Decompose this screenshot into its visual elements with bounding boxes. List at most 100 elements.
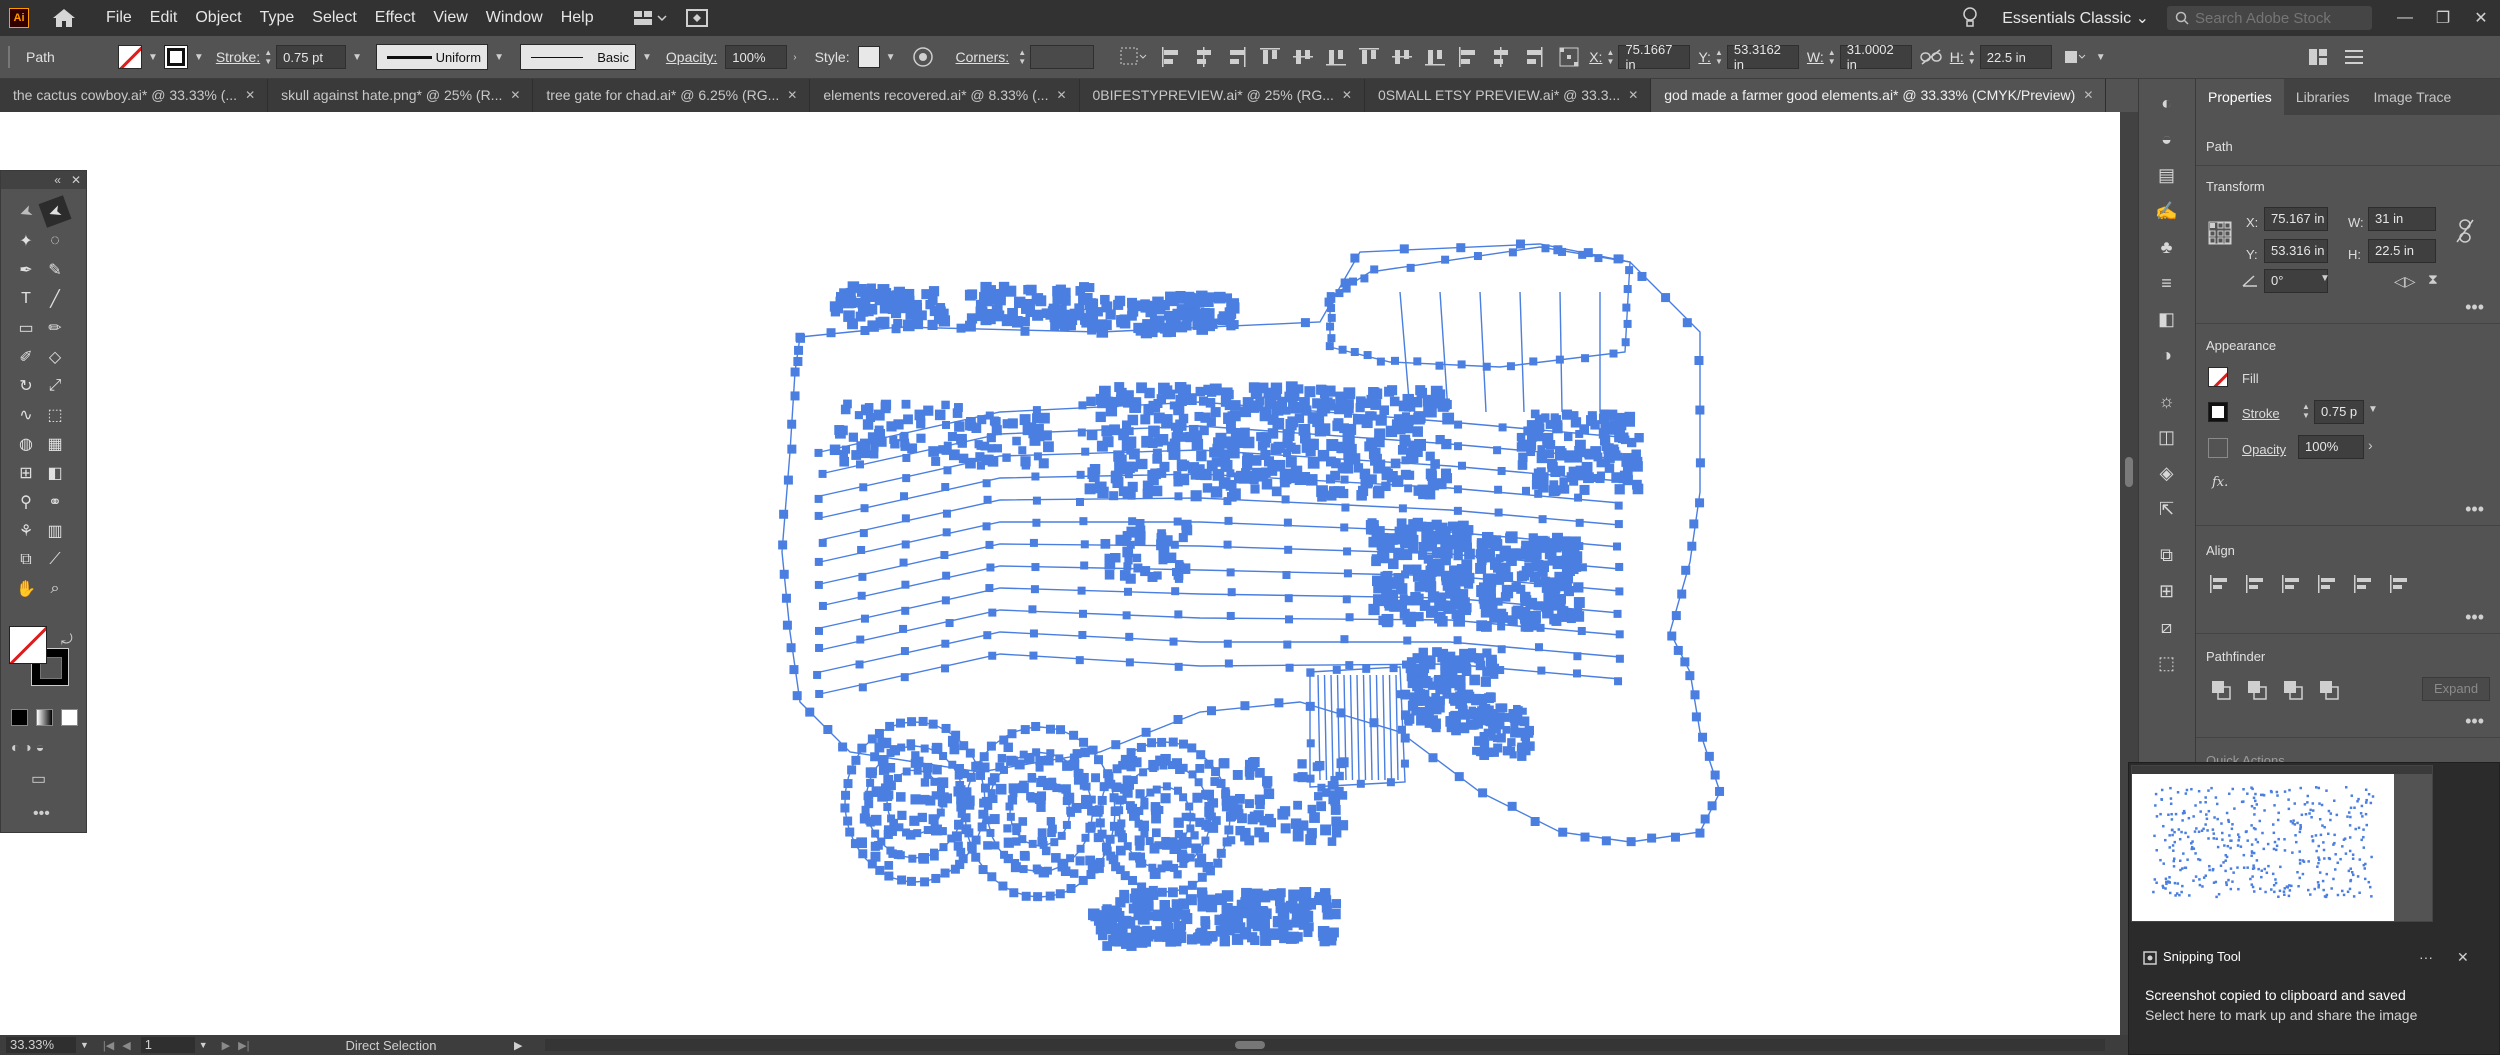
- anchor-point[interactable]: [1558, 247, 1567, 256]
- anchor-point[interactable]: [1292, 830, 1304, 842]
- export-panel-icon[interactable]: ⇱: [2152, 495, 2182, 523]
- anchor-point[interactable]: [966, 772, 976, 782]
- anchor-point[interactable]: [1028, 605, 1037, 614]
- anchor-point[interactable]: [893, 319, 903, 329]
- anchor-point[interactable]: [1343, 547, 1352, 556]
- anchor-point[interactable]: [1555, 355, 1564, 364]
- anchor-point[interactable]: [897, 810, 907, 820]
- anchor-point[interactable]: [884, 861, 894, 870]
- anchor-point[interactable]: [815, 643, 824, 652]
- anchor-point[interactable]: [913, 756, 924, 768]
- chevron-down-icon[interactable]: ▼: [2096, 52, 2106, 63]
- anchor-point[interactable]: [860, 504, 869, 513]
- anchor-point[interactable]: [964, 289, 976, 301]
- blend-tool-icon[interactable]: ⚭: [42, 489, 68, 514]
- anchor-point[interactable]: [1135, 841, 1145, 851]
- anchor-point[interactable]: [1413, 357, 1422, 366]
- anchor-point[interactable]: [1136, 531, 1146, 540]
- more-options-icon[interactable]: •••: [2465, 711, 2484, 732]
- anchor-point[interactable]: [998, 881, 1008, 891]
- anchor-point[interactable]: [1191, 843, 1201, 854]
- anchor-point[interactable]: [1537, 666, 1546, 675]
- anchor-point[interactable]: [1028, 839, 1037, 848]
- anchor-point[interactable]: [987, 777, 997, 786]
- anchor-point[interactable]: [991, 417, 1001, 427]
- close-tab-icon[interactable]: ✕: [787, 79, 797, 112]
- anchor-point[interactable]: [1637, 271, 1647, 281]
- anchor-point[interactable]: [840, 404, 851, 415]
- anchor-point[interactable]: [1050, 838, 1059, 847]
- anchor-point[interactable]: [814, 580, 823, 589]
- stroke-label[interactable]: Stroke:: [216, 49, 260, 65]
- anchor-point[interactable]: [1109, 491, 1119, 501]
- anchor-point[interactable]: [1397, 725, 1406, 734]
- anchor-point[interactable]: [1342, 284, 1351, 293]
- anchor-point[interactable]: [1385, 425, 1398, 438]
- anchor-point[interactable]: [1091, 773, 1101, 783]
- anchor-point[interactable]: [1245, 771, 1255, 780]
- anchor-point[interactable]: [1400, 759, 1409, 768]
- fill-none-swatch[interactable]: [9, 626, 47, 664]
- anchor-point[interactable]: [1121, 937, 1132, 949]
- anchor-point[interactable]: [1197, 900, 1208, 911]
- anchor-point[interactable]: [859, 529, 868, 538]
- anchor-point[interactable]: [961, 813, 971, 823]
- anchor-point[interactable]: [1094, 755, 1104, 765]
- anchor-point[interactable]: [1010, 862, 1021, 873]
- anchor-point[interactable]: [1521, 486, 1530, 495]
- anchor-point[interactable]: [1224, 659, 1233, 668]
- anchor-point[interactable]: [792, 691, 802, 701]
- anchor-point[interactable]: [834, 425, 845, 435]
- anchor-point[interactable]: [1559, 477, 1568, 486]
- anchor-point[interactable]: [1224, 911, 1236, 923]
- anchor-point[interactable]: [1081, 794, 1090, 804]
- anchor-point[interactable]: [860, 448, 871, 459]
- corners-label[interactable]: Corners:: [956, 49, 1010, 65]
- anchor-point[interactable]: [916, 433, 926, 443]
- transform-options-icon[interactable]: [2064, 47, 2090, 67]
- align-left-icon[interactable]: [2208, 574, 2232, 594]
- anchor-point[interactable]: [906, 739, 916, 748]
- anchor-point[interactable]: [1457, 461, 1466, 470]
- anchor-point[interactable]: [1687, 541, 1697, 551]
- anchor-point[interactable]: [856, 286, 867, 297]
- anchor-point[interactable]: [932, 764, 942, 775]
- more-tools-icon[interactable]: •••: [33, 805, 50, 823]
- slice-tool-icon[interactable]: ⟋: [42, 547, 68, 572]
- notification-more-button[interactable]: ···: [2419, 949, 2433, 965]
- anchor-point[interactable]: [1454, 420, 1463, 429]
- anchor-point[interactable]: [1661, 293, 1671, 303]
- snipping-tool-notification[interactable]: Snipping Tool ··· ✕ Screenshot copied to…: [2128, 762, 2500, 1055]
- anchor-point[interactable]: [1345, 434, 1355, 445]
- anchor-point[interactable]: [1122, 611, 1131, 620]
- reference-point-icon[interactable]: [2208, 221, 2232, 245]
- anchor-point[interactable]: [967, 841, 977, 851]
- anchor-point[interactable]: [1224, 516, 1233, 525]
- anchor-point[interactable]: [980, 441, 990, 451]
- zoom-field[interactable]: 33.33%: [6, 1037, 76, 1053]
- anchor-point[interactable]: [1615, 562, 1624, 571]
- anchor-point[interactable]: [1040, 430, 1050, 440]
- anchor-point[interactable]: [1422, 521, 1434, 533]
- anchor-point[interactable]: [954, 421, 965, 432]
- anchor-point[interactable]: [1316, 485, 1328, 497]
- anchor-point[interactable]: [1479, 750, 1490, 760]
- anchor-point[interactable]: [1140, 414, 1151, 425]
- anchor-point[interactable]: [1075, 856, 1085, 866]
- anchor-point[interactable]: [1242, 459, 1253, 470]
- anchor-point[interactable]: [1327, 334, 1336, 343]
- anchor-point[interactable]: [1223, 639, 1232, 648]
- anchor-point[interactable]: [1331, 816, 1342, 827]
- anchor-point[interactable]: [978, 865, 988, 875]
- anchor-point[interactable]: [1389, 396, 1400, 407]
- anchor-point[interactable]: [1294, 473, 1307, 486]
- anchor-point[interactable]: [1259, 815, 1269, 826]
- anchor-point[interactable]: [1393, 549, 1404, 561]
- anchor-point[interactable]: [940, 551, 949, 560]
- anchor-point[interactable]: [1418, 668, 1428, 678]
- anchor-point[interactable]: [1403, 399, 1416, 412]
- anchor-point[interactable]: [1285, 615, 1294, 624]
- anchor-point[interactable]: [1520, 546, 1532, 557]
- anchor-point[interactable]: [1157, 737, 1167, 747]
- anchor-point[interactable]: [1613, 542, 1622, 551]
